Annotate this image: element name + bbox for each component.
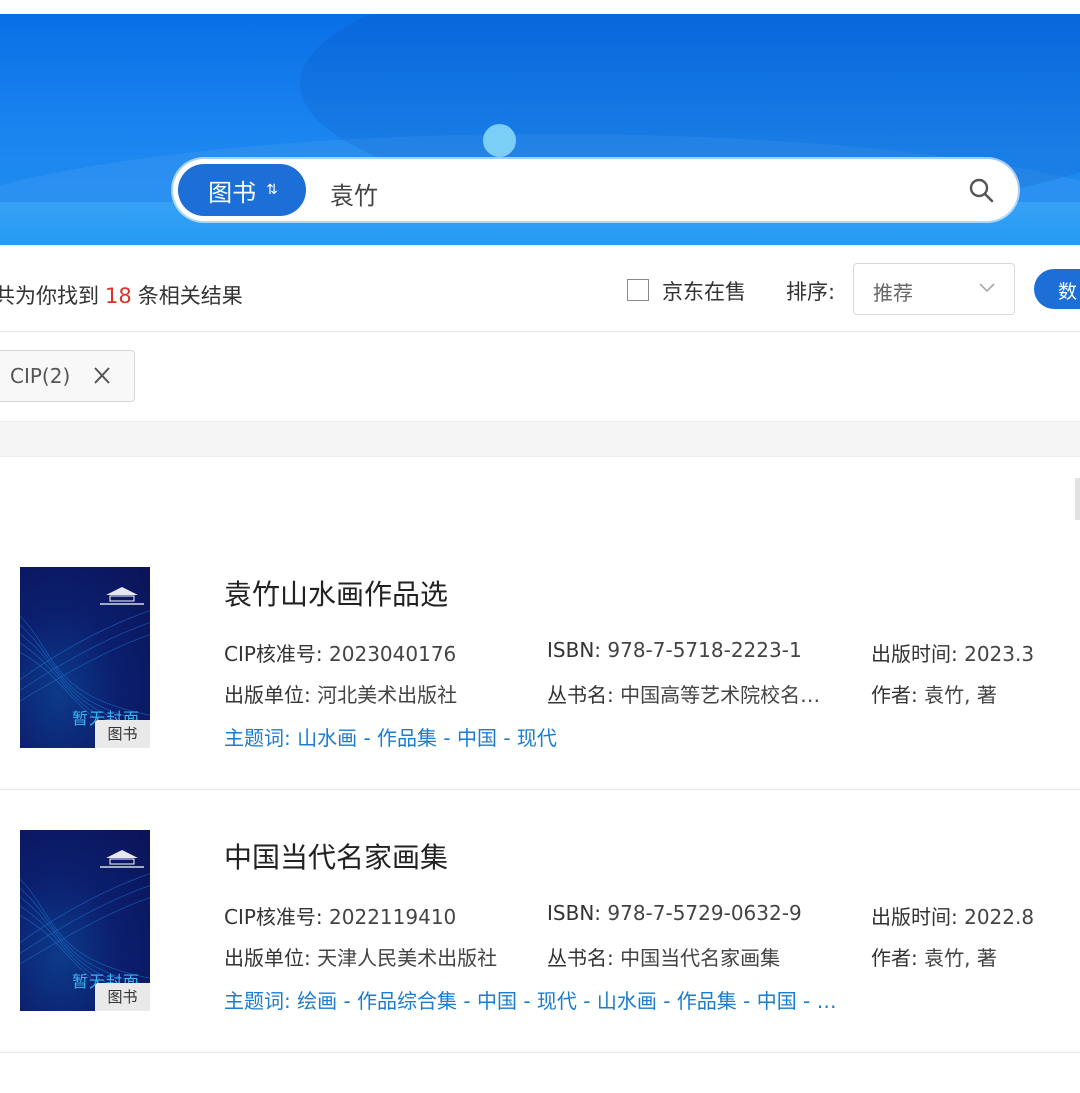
publisher-value: 天津人民美术出版社	[317, 946, 498, 970]
series-field: 丛书名: 中国当代名家画集	[547, 942, 780, 971]
series-label: 丛书名:	[547, 683, 614, 707]
subject-value[interactable]: 绘画 - 作品综合集 - 中国 - 现代 - 山水画 - 作品集 - 中国 - …	[297, 989, 837, 1013]
search-icon[interactable]	[968, 177, 994, 203]
isbn-value: 978-7-5729-0632-9	[607, 901, 802, 925]
isbn-label: ISBN:	[547, 901, 602, 925]
sort-label: 排序:	[786, 280, 836, 304]
cip-label: CIP核准号:	[224, 642, 323, 666]
result-count-prefix: 共为你找到	[0, 284, 99, 308]
subject-value[interactable]: 山水画 - 作品集 - 中国 - 现代	[297, 726, 557, 750]
subject-field[interactable]: 主题词: 绘画 - 作品综合集 - 中国 - 现代 - 山水画 - 作品集 - …	[224, 985, 837, 1014]
subject-field[interactable]: 主题词: 山水画 - 作品集 - 中国 - 现代	[224, 722, 557, 751]
search-bar: 图书 ⇅ 袁竹	[173, 159, 1018, 221]
cip-label: CIP核准号:	[224, 905, 323, 929]
date-field: 出版时间: 2022.8	[871, 901, 1034, 930]
filter-tag-label: CIP(2)	[10, 364, 71, 388]
series-field: 丛书名: 中国高等艺术院校名…	[547, 679, 820, 708]
book-cover[interactable]: 暂无封面 图书	[20, 567, 150, 748]
result-count-suffix: 条相关结果	[137, 284, 243, 308]
cip-field: CIP核准号: 2023040176	[224, 638, 456, 667]
sort-select[interactable]: 推荐	[853, 263, 1015, 315]
date-value: 2023.3	[964, 642, 1035, 666]
author-field: 作者: 袁竹, 著	[871, 942, 997, 971]
series-label: 丛书名:	[547, 946, 614, 970]
author-value: 袁竹, 著	[924, 946, 997, 970]
swap-icon: ⇅	[266, 182, 278, 198]
book-title[interactable]: 中国当代名家画集	[224, 836, 448, 876]
subject-label: 主题词:	[224, 989, 291, 1013]
data-button-label: 数	[1058, 281, 1078, 303]
isbn-value: 978-7-5718-2223-1	[607, 638, 802, 662]
list-item[interactable]: 暂无封面 图书 中国当代名家画集 CIP核准号: 2022119410 ISBN…	[0, 790, 1080, 1053]
cip-value: 2022119410	[329, 905, 457, 929]
result-count: 共为你找到 18 条相关结果	[0, 280, 243, 310]
active-filter-tag: CIP(2)	[0, 350, 135, 402]
date-value: 2022.8	[964, 905, 1035, 929]
publisher-label: 出版单位:	[224, 946, 311, 970]
scrollbar-thumb[interactable]	[1075, 478, 1080, 520]
scope-label: 图书	[208, 178, 257, 207]
touch-indicator	[483, 124, 516, 157]
sort-value: 推荐	[873, 281, 913, 305]
section-divider	[0, 421, 1080, 457]
jd-onsale-label[interactable]: 京东在售	[662, 276, 746, 306]
author-label: 作者:	[871, 683, 918, 707]
search-input[interactable]: 袁竹	[330, 176, 378, 211]
date-label: 出版时间:	[871, 642, 958, 666]
date-label: 出版时间:	[871, 905, 958, 929]
cip-field: CIP核准号: 2022119410	[224, 901, 456, 930]
isbn-field: ISBN: 978-7-5718-2223-1	[547, 638, 802, 662]
series-value: 中国当代名家画集	[620, 946, 781, 970]
author-label: 作者:	[871, 946, 918, 970]
type-badge: 图书	[95, 720, 150, 748]
isbn-label: ISBN:	[547, 638, 602, 662]
status-strip	[0, 0, 1080, 14]
result-toolbar: 共为你找到 18 条相关结果 京东在售 排序: 推荐 数	[0, 245, 1080, 332]
publisher-label: 出版单位:	[224, 683, 311, 707]
author-field: 作者: 袁竹, 著	[871, 679, 997, 708]
close-icon[interactable]	[92, 364, 112, 386]
book-title[interactable]: 袁竹山水画作品选	[224, 573, 448, 613]
jd-onsale-checkbox[interactable]	[627, 279, 649, 301]
result-count-number: 18	[105, 284, 132, 308]
chevron-down-icon	[979, 283, 995, 293]
type-badge: 图书	[95, 983, 150, 1011]
publisher-logo-icon	[100, 587, 144, 605]
publisher-value: 河北美术出版社	[317, 683, 458, 707]
series-value: 中国高等艺术院校名…	[620, 683, 821, 707]
cip-value: 2023040176	[329, 642, 457, 666]
date-field: 出版时间: 2023.3	[871, 638, 1034, 667]
list-item[interactable]: 暂无封面 图书 袁竹山水画作品选 CIP核准号: 2023040176 ISBN…	[0, 540, 1080, 790]
publisher-field: 出版单位: 河北美术出版社	[224, 679, 457, 708]
subject-label: 主题词:	[224, 726, 291, 750]
book-cover[interactable]: 暂无封面 图书	[20, 830, 150, 1011]
author-value: 袁竹, 著	[924, 683, 997, 707]
data-button[interactable]: 数	[1034, 269, 1080, 309]
isbn-field: ISBN: 978-7-5729-0632-9	[547, 901, 802, 925]
search-scope-button[interactable]: 图书 ⇅	[178, 164, 306, 216]
publisher-field: 出版单位: 天津人民美术出版社	[224, 942, 497, 971]
publisher-logo-icon	[100, 850, 144, 868]
